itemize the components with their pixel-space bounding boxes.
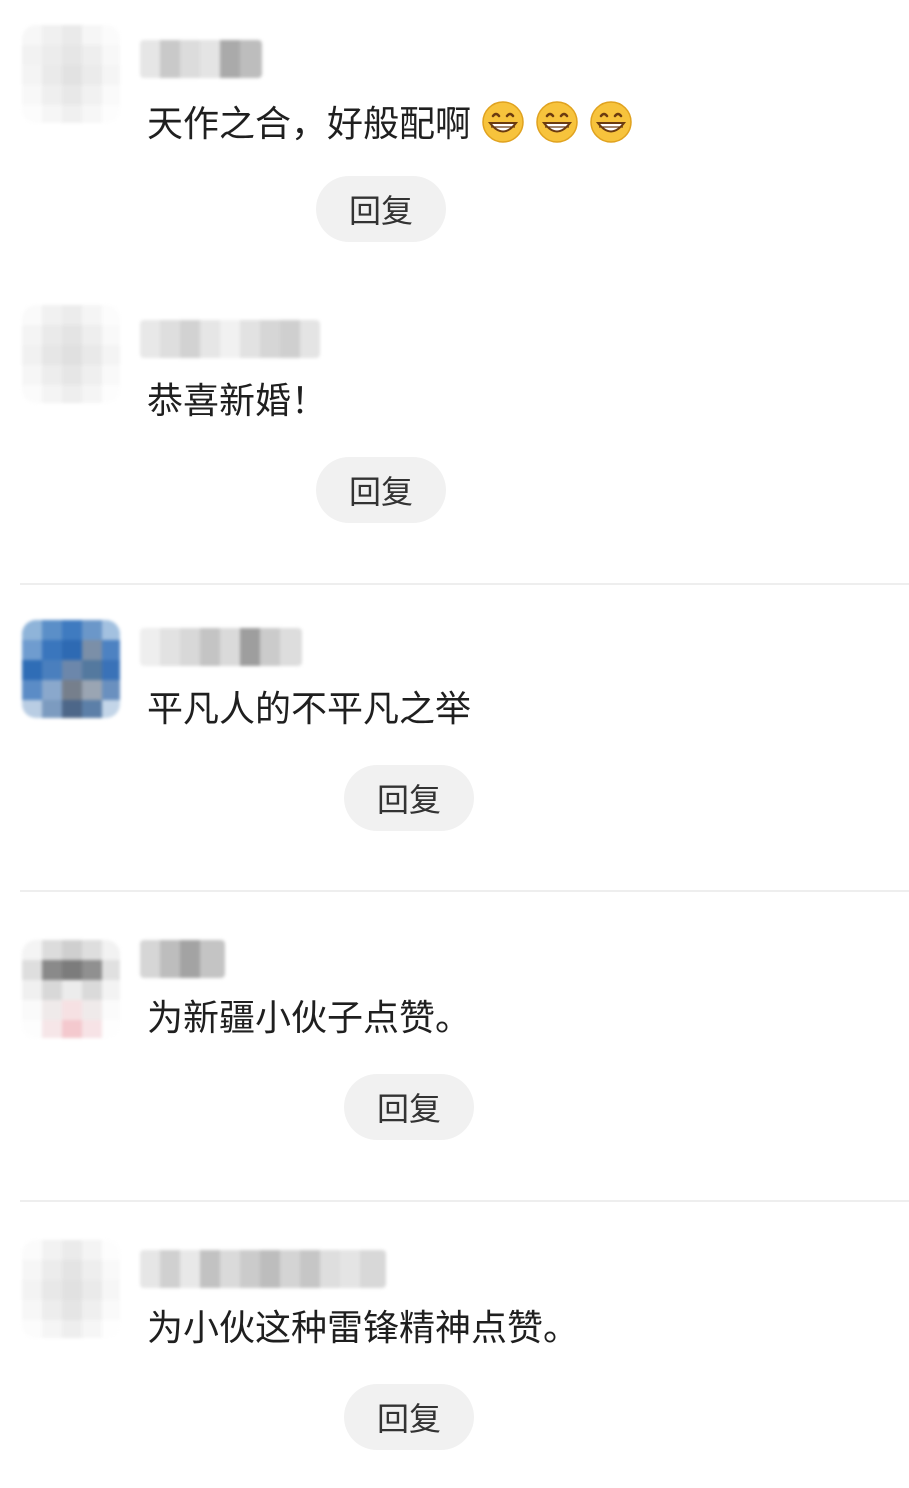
comment-text: 天作之合，好般配啊 [147,100,633,147]
username-redacted[interactable] [140,940,225,978]
grinning-face-emoji-icon [536,101,578,143]
username-redacted[interactable] [140,40,262,78]
comment-text: 平凡人的不平凡之举 [147,689,472,730]
divider [20,890,909,892]
comment-text: 为新疆小伙子点赞。 [147,998,472,1039]
grinning-face-emoji-icon [590,101,632,143]
username-redacted[interactable] [140,628,302,666]
avatar[interactable] [22,305,120,403]
comment-body: 天作之合，好般配啊 [147,104,472,145]
comment-text: 为小伙这种雷锋精神点赞。 [147,1308,580,1349]
reply-button[interactable]: 回复 [316,457,446,523]
username-redacted[interactable] [140,320,320,358]
grinning-face-emoji-icon [482,101,524,143]
comment-text: 恭喜新婚！ [147,381,328,422]
avatar[interactable] [22,620,120,718]
username-redacted[interactable] [140,1250,386,1288]
avatar[interactable] [22,940,120,1038]
reply-button[interactable]: 回复 [344,765,474,831]
divider [20,1200,909,1202]
divider [20,583,909,585]
avatar[interactable] [22,25,120,123]
reply-button[interactable]: 回复 [344,1384,474,1450]
reply-button[interactable]: 回复 [344,1074,474,1140]
reply-button[interactable]: 回复 [316,176,446,242]
avatar[interactable] [22,1240,120,1338]
